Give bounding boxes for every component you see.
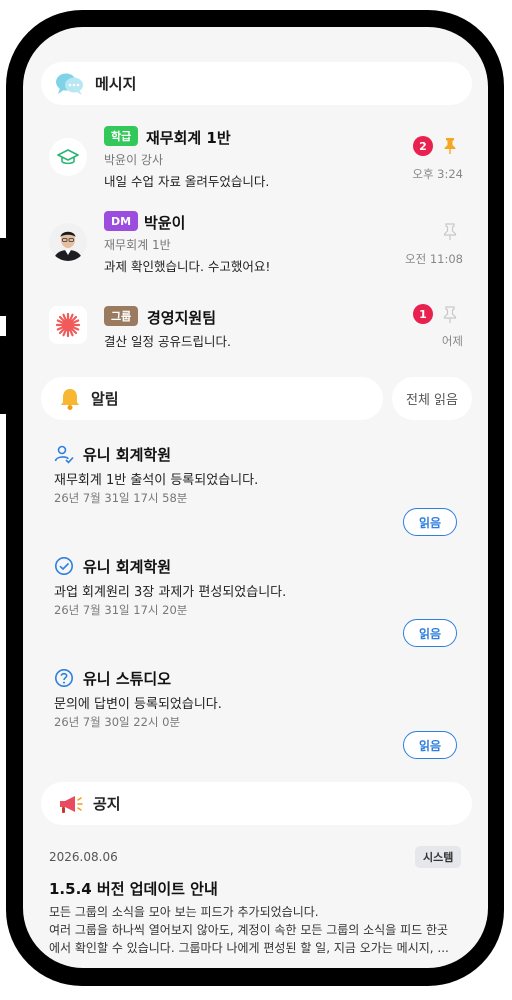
notice-section-header: 공지 (41, 782, 472, 825)
alert-text: 과업 회계원리 3장 과제가 편성되었습니다. (54, 585, 287, 600)
notice-body-line: 모든 그룹의 소식을 모아 보는 피드가 추가되었습니다. (49, 905, 319, 919)
message-title: 박윤이 (144, 214, 186, 232)
notice-title: 1.5.4 버전 업데이트 안내 (49, 880, 218, 898)
megaphone-icon (55, 789, 85, 819)
question-circle-icon (55, 669, 73, 687)
graduation-cap-icon (49, 138, 87, 176)
alert-date: 26년 7월 30일 22시 0분 (54, 715, 181, 729)
alerts-section-header: 알림 (41, 377, 383, 420)
alert-title: 유니 회계학원 (83, 446, 172, 464)
alert-text: 재무회계 1반 출석이 등록되었습니다. (54, 473, 259, 488)
notice-date: 2026.08.06 (49, 850, 118, 864)
message-text: 내일 수업 자료 올려두었습니다. (104, 174, 270, 189)
unread-badge: 2 (413, 136, 433, 156)
message-subtitle: 재무회계 1반 (104, 238, 171, 252)
alert-date: 26년 7월 31일 17시 58분 (54, 491, 188, 505)
alert-text: 문의에 답변이 등록되었습니다. (54, 697, 222, 712)
alert-date: 26년 7월 31일 17시 20분 (54, 603, 188, 617)
notice-body-line: 에서 확인할 수 있습니다. 그룹마다 나에게 편성된 할 일, 지금 오가는 … (49, 941, 449, 955)
message-text: 과제 확인했습니다. 수고했어요! (104, 259, 271, 274)
alerts-section-title: 알림 (91, 390, 119, 408)
notice-section-title: 공지 (93, 795, 121, 813)
message-title: 경영지원팀 (147, 309, 217, 327)
bell-icon (55, 384, 85, 414)
person-check-icon (54, 445, 74, 464)
mark-read-button[interactable]: 읽음 (403, 731, 457, 759)
notice-body: 모든 그룹의 소식을 모아 보는 피드가 추가되었습니다. 여러 그룹을 하나씩… (49, 903, 464, 957)
message-subtitle: 박윤이 강사 (104, 153, 164, 167)
message-time: 오후 3:24 (412, 167, 463, 181)
message-time: 오전 11:08 (405, 252, 463, 266)
pin-icon[interactable] (442, 223, 458, 241)
message-text: 결산 일정 공유드립니다. (104, 334, 231, 349)
unread-badge: 1 (413, 304, 433, 324)
message-time: 어제 (441, 334, 463, 348)
chat-bubbles-icon (55, 69, 85, 99)
message-tag: 학급 (104, 126, 139, 146)
system-chip: 시스템 (415, 846, 462, 868)
messages-section-title: 메시지 (95, 75, 137, 93)
alert-title: 유니 스튜디오 (83, 670, 172, 688)
alert-title: 유니 회계학원 (83, 558, 172, 576)
read-all-button[interactable]: 전체 읽음 (392, 377, 472, 420)
pin-icon[interactable] (442, 137, 458, 155)
message-title: 재무회계 1반 (146, 129, 231, 147)
messages-section-header: 메시지 (41, 62, 472, 105)
message-tag: 그룹 (104, 306, 139, 326)
person-photo (49, 223, 87, 261)
mark-read-button[interactable]: 읽음 (403, 619, 457, 647)
pin-icon[interactable] (442, 306, 458, 324)
notice-body-line: 여러 그룹을 하나씩 열어보지 않아도, 계정이 속한 모든 그룹의 소식을 피… (49, 923, 449, 937)
red-flower-logo (49, 306, 87, 344)
message-tag: DM (104, 211, 139, 231)
phone-screen: 메시지 학급 재무회계 1반 박윤이 강사 내일 수업 자료 올려두었습니다. … (23, 27, 488, 968)
mark-read-button[interactable]: 읽음 (403, 508, 457, 536)
circle-check-icon (55, 557, 73, 575)
